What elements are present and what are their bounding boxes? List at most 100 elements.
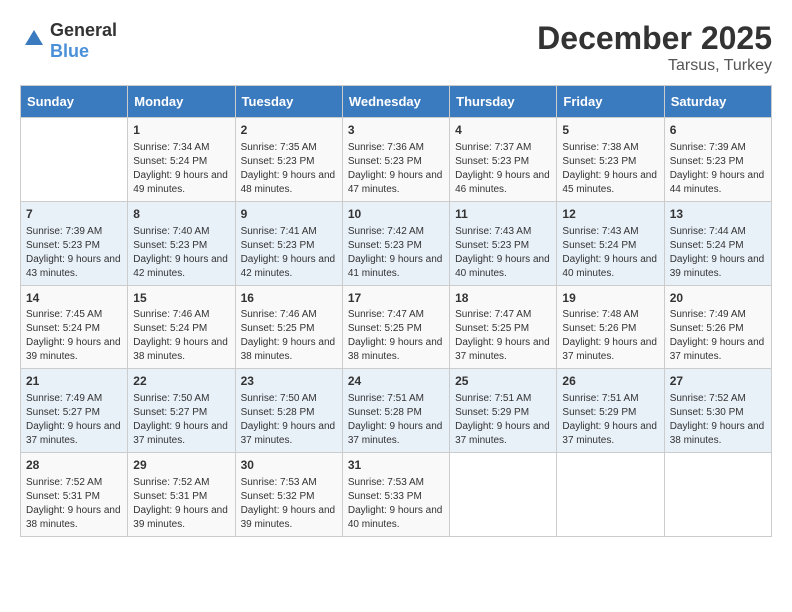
day-daylight: Daylight: 9 hours and 38 minutes.	[133, 336, 229, 364]
day-daylight: Daylight: 9 hours and 43 minutes.	[26, 253, 122, 281]
day-number: 27	[670, 373, 766, 390]
day-sunset: Sunset: 5:28 PM	[241, 406, 337, 420]
calendar-cell: 11Sunrise: 7:43 AMSunset: 5:23 PMDayligh…	[450, 201, 557, 285]
calendar-cell: 12Sunrise: 7:43 AMSunset: 5:24 PMDayligh…	[557, 201, 664, 285]
calendar-cell: 21Sunrise: 7:49 AMSunset: 5:27 PMDayligh…	[21, 369, 128, 453]
day-daylight: Daylight: 9 hours and 47 minutes.	[348, 169, 444, 197]
day-sunset: Sunset: 5:25 PM	[241, 322, 337, 336]
day-number: 14	[26, 290, 122, 307]
calendar-cell: 17Sunrise: 7:47 AMSunset: 5:25 PMDayligh…	[342, 285, 449, 369]
day-number: 30	[241, 457, 337, 474]
day-daylight: Daylight: 9 hours and 37 minutes.	[562, 336, 658, 364]
title-area: December 2025 Tarsus, Turkey	[537, 20, 772, 75]
calendar-cell: 24Sunrise: 7:51 AMSunset: 5:28 PMDayligh…	[342, 369, 449, 453]
day-daylight: Daylight: 9 hours and 37 minutes.	[241, 420, 337, 448]
day-sunset: Sunset: 5:23 PM	[455, 155, 551, 169]
calendar-cell: 9Sunrise: 7:41 AMSunset: 5:23 PMDaylight…	[235, 201, 342, 285]
day-daylight: Daylight: 9 hours and 44 minutes.	[670, 169, 766, 197]
day-daylight: Daylight: 9 hours and 37 minutes.	[455, 336, 551, 364]
day-daylight: Daylight: 9 hours and 40 minutes.	[348, 504, 444, 532]
day-daylight: Daylight: 9 hours and 37 minutes.	[26, 420, 122, 448]
day-number: 10	[348, 206, 444, 223]
day-sunset: Sunset: 5:27 PM	[133, 406, 229, 420]
calendar-week-1: 1Sunrise: 7:34 AMSunset: 5:24 PMDaylight…	[21, 118, 772, 202]
day-info: Sunrise: 7:39 AM	[670, 141, 766, 155]
day-number: 29	[133, 457, 229, 474]
calendar-cell: 31Sunrise: 7:53 AMSunset: 5:33 PMDayligh…	[342, 453, 449, 537]
day-info: Sunrise: 7:36 AM	[348, 141, 444, 155]
day-info: Sunrise: 7:47 AM	[455, 308, 551, 322]
day-sunset: Sunset: 5:24 PM	[133, 155, 229, 169]
day-sunset: Sunset: 5:24 PM	[26, 322, 122, 336]
calendar-week-4: 21Sunrise: 7:49 AMSunset: 5:27 PMDayligh…	[21, 369, 772, 453]
day-sunset: Sunset: 5:23 PM	[348, 155, 444, 169]
day-info: Sunrise: 7:42 AM	[348, 225, 444, 239]
day-daylight: Daylight: 9 hours and 37 minutes.	[455, 420, 551, 448]
calendar-cell: 3 Sunrise: 7:36 AMSunset: 5:23 PMDaylight…	[342, 118, 449, 202]
calendar-cell: 13Sunrise: 7:44 AMSunset: 5:24 PMDayligh…	[664, 201, 771, 285]
day-daylight: Daylight: 9 hours and 40 minutes.	[562, 253, 658, 281]
day-number: 1	[133, 122, 229, 139]
day-daylight: Daylight: 9 hours and 45 minutes.	[562, 169, 658, 197]
day-sunset: Sunset: 5:33 PM	[348, 490, 444, 504]
day-number: 23	[241, 373, 337, 390]
day-number: 25	[455, 373, 551, 390]
calendar-cell: 30Sunrise: 7:53 AMSunset: 5:32 PMDayligh…	[235, 453, 342, 537]
day-info: Sunrise: 7:40 AM	[133, 225, 229, 239]
calendar-body: 1Sunrise: 7:34 AMSunset: 5:24 PMDaylight…	[21, 118, 772, 537]
day-info: Sunrise: 7:50 AM	[241, 392, 337, 406]
day-number: 24	[348, 373, 444, 390]
day-daylight: Daylight: 9 hours and 37 minutes.	[348, 420, 444, 448]
day-info: Sunrise: 7:44 AM	[670, 225, 766, 239]
calendar-cell: 1Sunrise: 7:34 AMSunset: 5:24 PMDaylight…	[128, 118, 235, 202]
day-number: 26	[562, 373, 658, 390]
day-info: Sunrise: 7:50 AM	[133, 392, 229, 406]
day-sunset: Sunset: 5:23 PM	[26, 239, 122, 253]
day-info: Sunrise: 7:39 AM	[26, 225, 122, 239]
day-sunset: Sunset: 5:29 PM	[455, 406, 551, 420]
day-info: Sunrise: 7:46 AM	[133, 308, 229, 322]
day-sunset: Sunset: 5:23 PM	[562, 155, 658, 169]
day-info: Sunrise: 7:47 AM	[348, 308, 444, 322]
day-info: Sunrise: 7:46 AM	[241, 308, 337, 322]
logo-icon	[22, 27, 46, 51]
day-daylight: Daylight: 9 hours and 37 minutes.	[562, 420, 658, 448]
calendar-cell: 26Sunrise: 7:51 AMSunset: 5:29 PMDayligh…	[557, 369, 664, 453]
day-number: 3	[348, 122, 444, 139]
day-header-wednesday: Wednesday	[342, 86, 449, 118]
day-sunset: Sunset: 5:23 PM	[455, 239, 551, 253]
calendar-cell: 2Sunrise: 7:35 AMSunset: 5:23 PMDaylight…	[235, 118, 342, 202]
calendar-cell: 19Sunrise: 7:48 AMSunset: 5:26 PMDayligh…	[557, 285, 664, 369]
calendar-table: SundayMondayTuesdayWednesdayThursdayFrid…	[20, 85, 772, 537]
day-number: 16	[241, 290, 337, 307]
day-info: Sunrise: 7:45 AM	[26, 308, 122, 322]
calendar-cell: 29Sunrise: 7:52 AMSunset: 5:31 PMDayligh…	[128, 453, 235, 537]
day-info: Sunrise: 7:52 AM	[26, 476, 122, 490]
calendar-cell: 14Sunrise: 7:45 AMSunset: 5:24 PMDayligh…	[21, 285, 128, 369]
day-info: Sunrise: 7:51 AM	[455, 392, 551, 406]
day-sunset: Sunset: 5:23 PM	[241, 155, 337, 169]
day-header-thursday: Thursday	[450, 86, 557, 118]
day-number: 8	[133, 206, 229, 223]
day-sunset: Sunset: 5:24 PM	[670, 239, 766, 253]
day-number: 31	[348, 457, 444, 474]
day-number: 20	[670, 290, 766, 307]
calendar-cell: 27Sunrise: 7:52 AMSunset: 5:30 PMDayligh…	[664, 369, 771, 453]
day-daylight: Daylight: 9 hours and 39 minutes.	[670, 253, 766, 281]
day-sunset: Sunset: 5:31 PM	[26, 490, 122, 504]
day-sunset: Sunset: 5:23 PM	[241, 239, 337, 253]
day-info: Sunrise: 7:38 AM	[562, 141, 658, 155]
day-info: Sunrise: 7:43 AM	[455, 225, 551, 239]
calendar-cell: 28Sunrise: 7:52 AMSunset: 5:31 PMDayligh…	[21, 453, 128, 537]
day-info: Sunrise: 7:52 AM	[133, 476, 229, 490]
day-daylight: Daylight: 9 hours and 37 minutes.	[133, 420, 229, 448]
calendar-cell: 4Sunrise: 7:37 AMSunset: 5:23 PMDaylight…	[450, 118, 557, 202]
day-header-saturday: Saturday	[664, 86, 771, 118]
day-sunset: Sunset: 5:32 PM	[241, 490, 337, 504]
day-daylight: Daylight: 9 hours and 39 minutes.	[26, 336, 122, 364]
day-number: 9	[241, 206, 337, 223]
calendar-cell: 22Sunrise: 7:50 AMSunset: 5:27 PMDayligh…	[128, 369, 235, 453]
day-info: Sunrise: 7:48 AM	[562, 308, 658, 322]
day-daylight: Daylight: 9 hours and 42 minutes.	[241, 253, 337, 281]
day-number: 7	[26, 206, 122, 223]
